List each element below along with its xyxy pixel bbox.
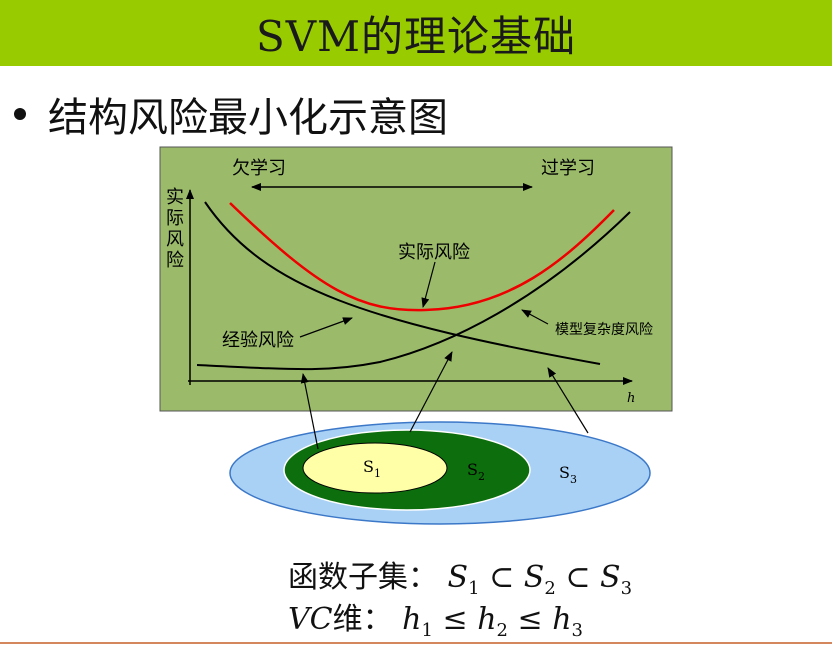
- term-subscript: 3: [620, 578, 633, 599]
- formula-term-s2: S2: [523, 560, 556, 599]
- term-symbol: h: [552, 602, 572, 637]
- set-s3-label-sub: 3: [570, 473, 577, 486]
- formula-term-h1: h1: [402, 602, 433, 641]
- term-symbol: h: [402, 602, 422, 637]
- formula-subsets-prefix: 函数子集：: [288, 560, 438, 595]
- y-axis-label-char-1: 实: [166, 187, 184, 208]
- leq-operator: ≤: [517, 602, 543, 637]
- y-axis-label-char-4: 险: [166, 250, 184, 271]
- underfit-label: 欠学习: [232, 158, 286, 179]
- overfit-label: 过学习: [541, 158, 595, 179]
- complexity-risk-label: 模型复杂度风险: [555, 321, 653, 338]
- subset-operator: ⊂: [565, 560, 591, 595]
- term-subscript: 1: [421, 620, 433, 641]
- set-s3-label-main: S: [559, 463, 570, 482]
- formula-vc-prefix-math: VC: [288, 602, 333, 637]
- term-subscript: 2: [496, 620, 508, 641]
- formula-subsets: 函数子集： S1 ⊂ S2 ⊂ S3: [288, 552, 632, 599]
- set-s2-label-main: S: [467, 460, 478, 479]
- formula-term-s1: S1: [447, 560, 480, 599]
- actual-risk-label: 实际风险: [398, 242, 470, 263]
- formula-term-h3: h3: [552, 602, 583, 641]
- y-axis-label-char-2: 际: [166, 208, 184, 229]
- term-subscript: 3: [571, 620, 583, 641]
- term-symbol: S: [600, 560, 621, 595]
- formula-term-h2: h2: [477, 602, 508, 641]
- set-s1-label-sub: 1: [374, 467, 381, 480]
- term-symbol: h: [477, 602, 497, 637]
- srm-diagram: 欠学习 过学习 实 际 风 险 实际风险 经验风险 模型复杂度风险 h S1 S…: [159, 146, 673, 525]
- term-symbol: S: [447, 560, 469, 595]
- formula-vc-prefix-rest: 维：: [332, 602, 393, 637]
- set-s1-label-main: S: [363, 457, 374, 476]
- leq-operator: ≤: [442, 602, 468, 637]
- term-symbol: S: [523, 560, 545, 595]
- bottom-divider: [0, 642, 832, 644]
- formula-vc: VC维： h1 ≤ h2 ≤ h3: [288, 594, 583, 641]
- empirical-risk-label: 经验风险: [222, 330, 294, 351]
- set-s2-label-sub: 2: [478, 470, 485, 483]
- subset-operator: ⊂: [489, 560, 515, 595]
- formula-term-s3: S3: [600, 560, 632, 599]
- y-axis-label-char-3: 风: [166, 229, 184, 250]
- x-axis-label: h: [627, 391, 635, 406]
